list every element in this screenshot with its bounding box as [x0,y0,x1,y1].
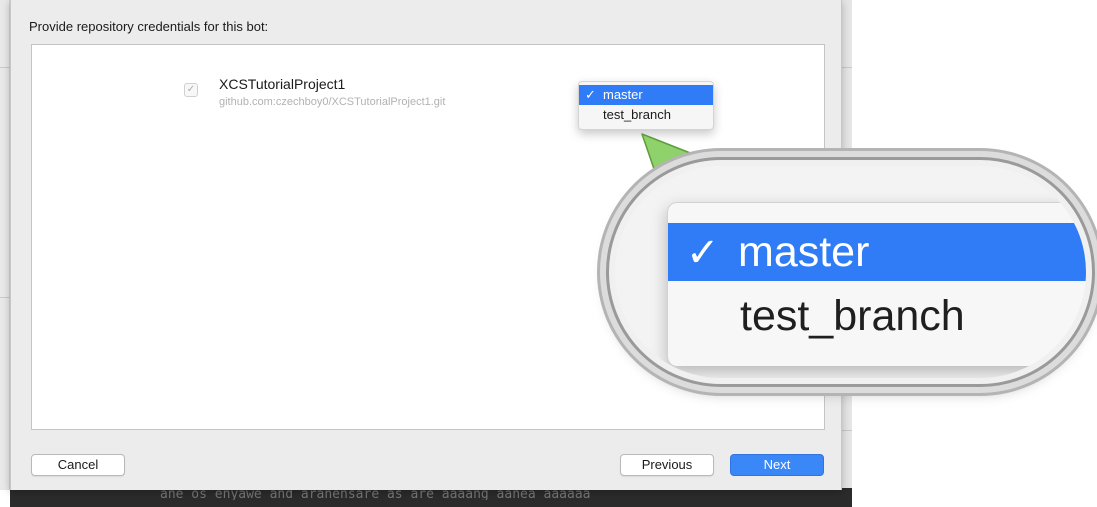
magnified-menu-item-label: master [738,228,870,276]
checkmark-icon: ✓ [686,231,720,275]
checkmark-icon: ✓ [585,87,596,102]
branch-menu-item-label: test_branch [603,107,671,122]
background-divider [0,67,10,68]
background-window-left-edge [0,0,10,490]
branch-menu-item-test-branch[interactable]: test_branch [579,105,713,125]
magnified-branch-menu: ✓ master test_branch [667,202,1086,366]
repository-name: XCSTutorialProject1 [219,76,346,92]
sheet-title: Provide repository credentials for this … [29,19,269,34]
magnified-menu-item-label: test_branch [740,292,965,340]
repository-url: github.com:czechboy0/XCSTutorialProject1… [219,96,446,108]
cancel-button[interactable]: Cancel [31,454,125,476]
branch-menu-item-label: master [603,87,643,102]
background-divider [0,297,10,298]
magnified-menu-item-master: ✓ master [668,223,1086,281]
magnifier-callout: ✓ master test_branch [606,157,1095,387]
next-button[interactable]: Next [730,454,824,476]
branch-popup-menu: ✓ master test_branch [578,81,714,130]
magnifier-lens: ✓ master test_branch [615,166,1086,378]
checkmark-icon: ✓ [186,84,196,95]
background-terminal-strip: ane os enyawe and aranensare as are aaaa… [10,488,852,507]
branch-menu-item-master[interactable]: ✓ master [579,85,713,105]
magnified-menu-item-test-branch: test_branch [668,287,1086,345]
repository-checkbox[interactable]: ✓ [184,83,198,97]
screenshot-stage: ane os enyawe and aranensare as are aaaa… [0,0,1097,507]
previous-button[interactable]: Previous [620,454,714,476]
